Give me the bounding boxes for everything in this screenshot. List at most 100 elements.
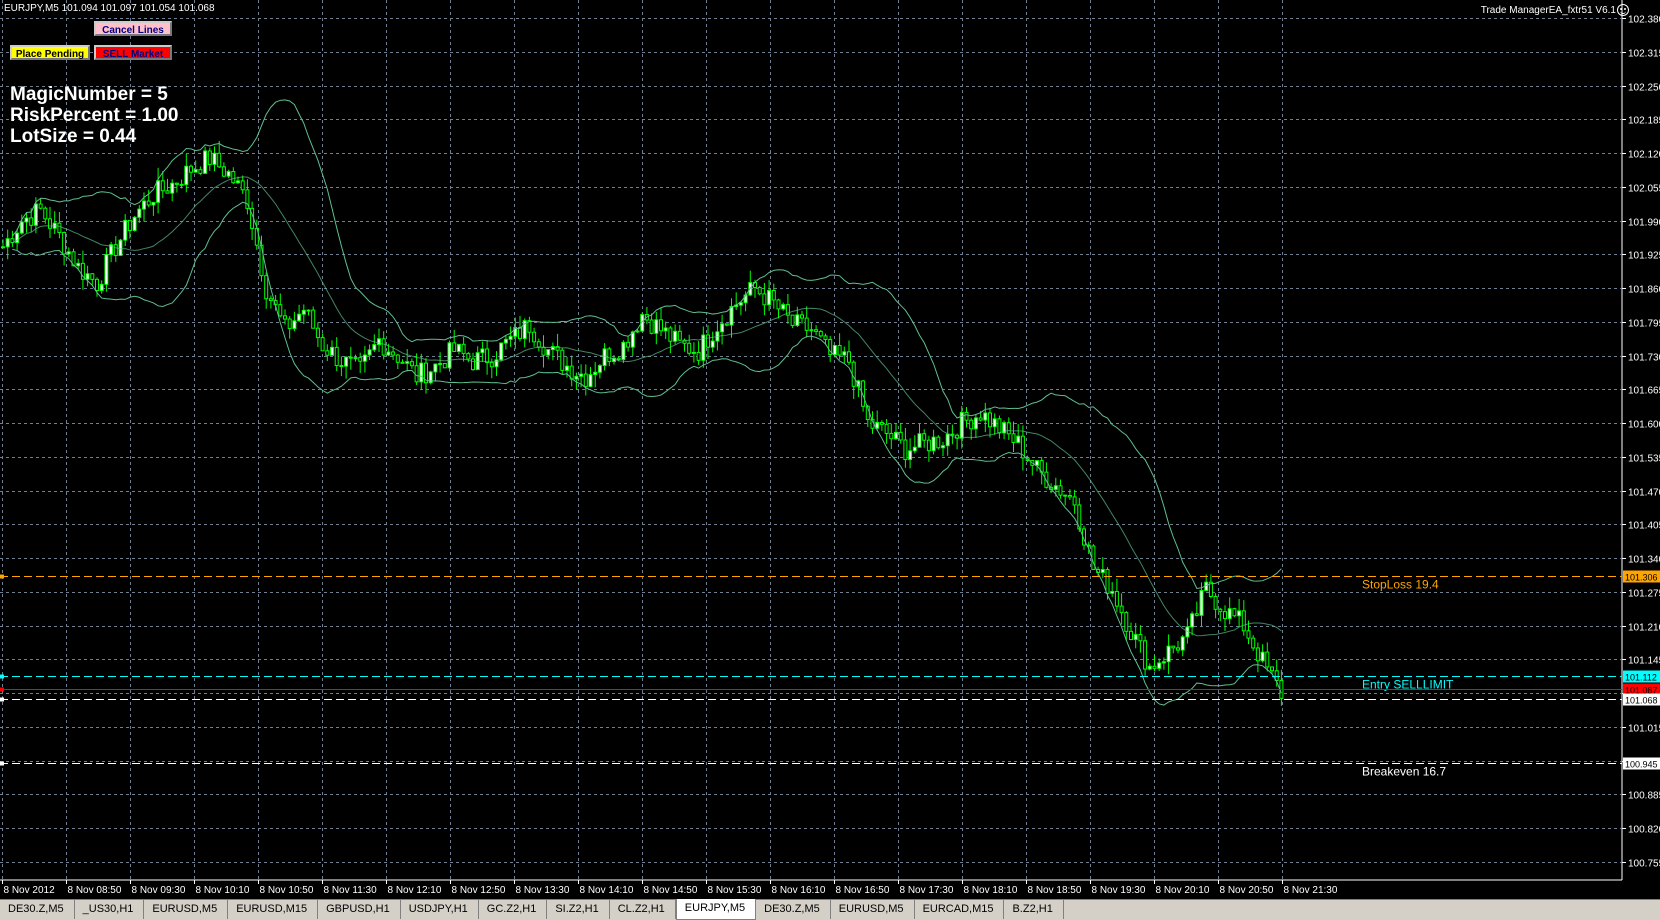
candle-body — [1147, 665, 1152, 670]
candle-body — [306, 309, 311, 312]
candle-body — [268, 298, 273, 302]
candle-body — [912, 446, 917, 452]
candle-body — [842, 351, 847, 356]
candle-body — [193, 169, 198, 173]
candle-body — [409, 361, 414, 367]
tab-11[interactable]: EURUSD,M5 — [831, 900, 915, 919]
candle-body — [804, 317, 809, 331]
level-handle-0[interactable] — [0, 574, 4, 579]
candle-body — [922, 433, 927, 441]
candle-body — [95, 278, 99, 292]
candle-body — [1157, 662, 1162, 669]
tab-9[interactable]: EURJPY,M5 — [675, 899, 757, 920]
price-chart[interactable]: 102.380 102.315 102.250 102.185 102.120 102.0… — [0, 0, 1660, 899]
sell-market-button[interactable]: SELL Market — [94, 45, 172, 60]
y-tick-label: 102.120 — [1628, 150, 1660, 161]
candle-body — [132, 216, 137, 232]
candle-body — [1129, 630, 1133, 641]
candle-body — [494, 359, 499, 368]
candle-body — [43, 207, 48, 220]
level-handle-4[interactable] — [0, 761, 4, 766]
y-tick-label: 101.145 — [1628, 656, 1660, 667]
level-label-4: Breakeven 16.7 — [1362, 765, 1446, 779]
candle-body — [137, 208, 142, 218]
candle-body — [174, 182, 179, 185]
candle-body — [433, 363, 438, 373]
candle-body — [889, 432, 894, 440]
y-tick-label: 101.990 — [1628, 218, 1660, 229]
cancel-lines-button[interactable]: Cancel Lines — [94, 21, 172, 36]
candle-body — [800, 314, 804, 319]
candle-body — [226, 171, 231, 177]
candle-body — [405, 361, 410, 364]
tab-2[interactable]: EURUSD,M5 — [144, 900, 229, 919]
candle-body — [489, 361, 494, 368]
candle-body — [1232, 608, 1237, 617]
level-price-label-1: 101.112 — [1625, 673, 1657, 683]
candle-body — [1246, 630, 1251, 639]
candle-body — [1180, 636, 1185, 651]
candle-body — [541, 346, 546, 356]
chart-svg[interactable]: 102.380 102.315 102.250 102.185 102.120 102.0… — [0, 0, 1660, 899]
y-tick-label: 101.860 — [1628, 285, 1660, 296]
candle-body — [917, 433, 922, 448]
candle-body — [908, 450, 913, 461]
candle-body — [151, 201, 156, 206]
level-handle-1[interactable] — [0, 674, 4, 679]
x-tick-label: 8 Nov 2012 — [4, 885, 56, 896]
level-handle-2[interactable] — [0, 687, 4, 692]
candle-body — [654, 319, 659, 334]
candle-body — [5, 238, 10, 248]
tab-0[interactable]: DE30.Z,M5 — [0, 900, 75, 919]
level-price-label-0: 101.306 — [1625, 573, 1658, 583]
candle-body — [62, 232, 67, 255]
candle-body — [814, 329, 819, 332]
candle-body — [330, 346, 334, 356]
tab-8[interactable]: CL.Z2,H1 — [610, 900, 676, 919]
candle-body — [1133, 634, 1138, 641]
candle-body — [1110, 590, 1115, 594]
candle-body — [1100, 569, 1105, 573]
candle-body — [278, 304, 283, 317]
candle-body — [532, 331, 537, 343]
x-tick-label: 8 Nov 11:30 — [324, 885, 378, 896]
candle-body — [691, 351, 696, 354]
candle-body — [964, 411, 969, 421]
tab-5[interactable]: USDJPY,H1 — [401, 900, 479, 919]
candle-body — [790, 314, 795, 326]
y-tick-label: 101.795 — [1628, 319, 1660, 330]
tab-12[interactable]: EURCAD,M15 — [915, 900, 1005, 919]
candle-body — [127, 219, 132, 232]
candle-body — [146, 200, 151, 206]
candle-body — [66, 251, 71, 255]
candle-body — [264, 275, 269, 300]
candle-body — [283, 315, 287, 320]
place-pending-button[interactable]: Place Pending — [10, 45, 90, 60]
tab-7[interactable]: SI.Z2,H1 — [547, 900, 610, 919]
tab-3[interactable]: EURUSD,M15 — [228, 900, 319, 919]
candle-body — [1176, 647, 1180, 651]
candle-body — [710, 340, 715, 348]
level-price-label-3: 101.068 — [1625, 696, 1658, 706]
candle-body — [635, 330, 640, 333]
candle-body — [677, 330, 682, 341]
candle-body — [588, 374, 593, 388]
level-handle-3[interactable] — [0, 697, 4, 702]
candle-body — [1199, 590, 1204, 616]
y-tick-label: 101.405 — [1628, 521, 1660, 532]
tab-6[interactable]: GC.Z2,H1 — [479, 900, 548, 919]
candle-body — [1213, 596, 1218, 610]
candle-body — [1119, 605, 1124, 614]
tab-13[interactable]: B.Z2,H1 — [1004, 900, 1064, 919]
tab-1[interactable]: _US30,H1 — [75, 900, 145, 919]
y-tick-label: 101.600 — [1628, 420, 1660, 431]
candle-body — [663, 327, 668, 332]
candle-body — [24, 217, 29, 223]
candle-body — [344, 356, 349, 367]
x-tick-label: 8 Nov 19:30 — [1092, 885, 1146, 896]
y-tick-label: 101.275 — [1628, 589, 1660, 600]
tab-4[interactable]: GBPUSD,H1 — [318, 900, 401, 919]
tab-10[interactable]: DE30.Z,M5 — [756, 900, 831, 919]
candle-body — [546, 349, 551, 356]
candle-body — [386, 351, 391, 356]
